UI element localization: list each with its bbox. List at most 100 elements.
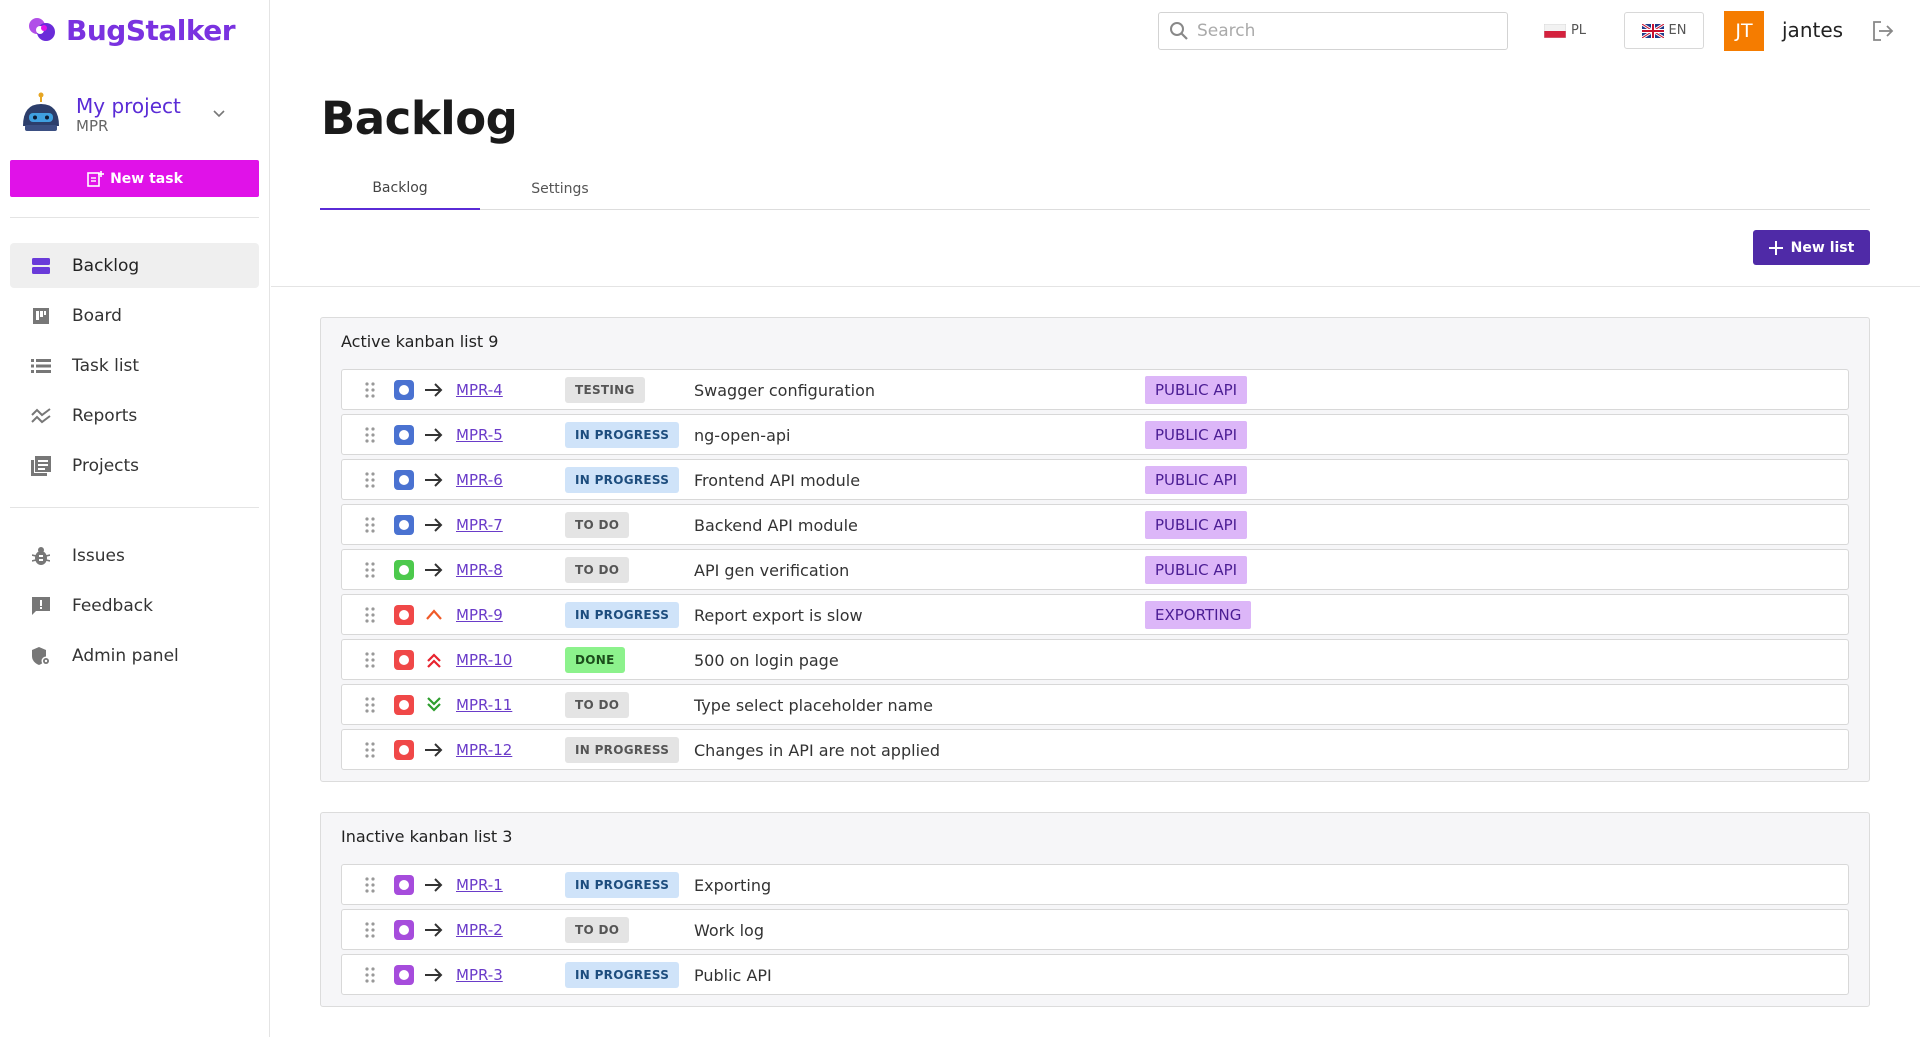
task-title[interactable]: Backend API module [694, 516, 858, 535]
drag-handle-icon[interactable] [364, 560, 376, 580]
epic-label[interactable]: PUBLIC API [1145, 556, 1248, 584]
bugstalker-logo-icon [29, 18, 55, 41]
new-list-button[interactable]: New list [1753, 230, 1870, 265]
task-key-link[interactable]: MPR-7 [456, 516, 503, 534]
status-badge[interactable]: TO DO [565, 917, 630, 943]
task-row[interactable]: MPR-9 IN PROGRESS Report export is slow EXP… [341, 594, 1849, 635]
task-title[interactable]: Work log [694, 921, 764, 940]
task-key-link[interactable]: MPR-3 [456, 966, 503, 984]
task-title[interactable]: Type select placeholder name [694, 696, 933, 715]
task-title[interactable]: Changes in API are not applied [694, 741, 940, 760]
task-key-link[interactable]: MPR-8 [456, 561, 503, 579]
sidebar-item-projects[interactable]: Projects [10, 443, 259, 488]
language-pl-button[interactable]: PL [1530, 12, 1600, 49]
status-badge[interactable]: IN PROGRESS [565, 467, 680, 493]
task-key-link[interactable]: MPR-6 [456, 471, 503, 489]
task-row[interactable]: MPR-8 TO DO API gen verification PUBLIC API [341, 549, 1849, 590]
search-input[interactable] [1197, 21, 1497, 41]
chevron-down-icon[interactable] [210, 104, 228, 122]
sidebar-item-backlog[interactable]: Backlog [10, 243, 259, 288]
status-badge[interactable]: IN PROGRESS [565, 872, 680, 898]
status-badge[interactable]: DONE [565, 647, 625, 673]
robot-avatar-icon [23, 92, 59, 131]
drag-handle-icon[interactable] [364, 380, 376, 400]
drag-handle-icon[interactable] [364, 965, 376, 985]
drag-handle-icon[interactable] [364, 920, 376, 940]
priority-medium-icon [424, 560, 444, 580]
username[interactable]: jantes [1782, 18, 1843, 42]
task-key-link[interactable]: MPR-10 [456, 651, 512, 669]
task-key-link[interactable]: MPR-4 [456, 381, 503, 399]
task-key-link[interactable]: MPR-11 [456, 696, 512, 714]
search-box[interactable] [1158, 12, 1508, 50]
task-title[interactable]: Public API [694, 966, 772, 985]
task-row[interactable]: MPR-6 IN PROGRESS Frontend API module PUBLI… [341, 459, 1849, 500]
task-rows: MPR-1 IN PROGRESS Exporting MPR-2 TO DO Work … [341, 864, 1849, 999]
user-avatar[interactable]: JT [1724, 11, 1764, 51]
drag-handle-icon[interactable] [364, 650, 376, 670]
task-title[interactable]: Frontend API module [694, 471, 860, 490]
tab-settings[interactable]: Settings [480, 168, 640, 210]
kanban-list-active: Active kanban list 9 MPR-4 TESTING Swagger… [320, 317, 1870, 782]
task-title[interactable]: ng-open-api [694, 426, 790, 445]
issue-type-icon [394, 380, 414, 400]
status-badge[interactable]: IN PROGRESS [565, 602, 680, 628]
task-title[interactable]: 500 on login page [694, 651, 839, 670]
logout-icon[interactable] [1872, 20, 1894, 42]
task-row[interactable]: MPR-2 TO DO Work log [341, 909, 1849, 950]
task-row[interactable]: MPR-5 IN PROGRESS ng-open-api PUBLIC API [341, 414, 1849, 455]
tab-bar: Backlog Settings [320, 168, 1870, 210]
epic-label[interactable]: EXPORTING [1145, 601, 1252, 629]
issue-type-icon [394, 650, 414, 670]
tab-backlog[interactable]: Backlog [320, 168, 480, 210]
task-row[interactable]: MPR-4 TESTING Swagger configuration PUBLIC … [341, 369, 1849, 410]
drag-handle-icon[interactable] [364, 425, 376, 445]
task-title[interactable]: Exporting [694, 876, 771, 895]
epic-label[interactable]: PUBLIC API [1145, 511, 1248, 539]
status-badge[interactable]: TO DO [565, 557, 630, 583]
task-row[interactable]: MPR-12 IN PROGRESS Changes in API are not … [341, 729, 1849, 770]
logo[interactable]: BugStalker [24, 12, 236, 48]
status-badge[interactable]: TESTING [565, 377, 645, 403]
status-badge[interactable]: TO DO [565, 692, 630, 718]
status-badge[interactable]: IN PROGRESS [565, 737, 680, 763]
task-title[interactable]: Swagger configuration [694, 381, 875, 400]
sidebar-item-task-list[interactable]: Task list [10, 343, 259, 388]
sidebar-item-reports[interactable]: Reports [10, 393, 259, 438]
task-row[interactable]: MPR-3 IN PROGRESS Public API [341, 954, 1849, 995]
task-key-link[interactable]: MPR-1 [456, 876, 503, 894]
issue-type-icon [394, 965, 414, 985]
drag-handle-icon[interactable] [364, 470, 376, 490]
task-row[interactable]: MPR-7 TO DO Backend API module PUBLIC API [341, 504, 1849, 545]
new-task-button[interactable]: New task [10, 160, 259, 197]
drag-handle-icon[interactable] [364, 515, 376, 535]
task-key-link[interactable]: MPR-9 [456, 606, 503, 624]
sidebar-item-issues[interactable]: Issues [10, 533, 259, 578]
sidebar-item-label: Admin panel [72, 645, 179, 666]
sidebar-nav-main: Backlog Board Task list Reports Projects [10, 243, 259, 493]
task-row[interactable]: MPR-11 TO DO Type select placeholder name [341, 684, 1849, 725]
drag-handle-icon[interactable] [364, 695, 376, 715]
bug-icon [30, 545, 52, 567]
sidebar-item-feedback[interactable]: Feedback [10, 583, 259, 628]
epic-label[interactable]: PUBLIC API [1145, 421, 1248, 449]
task-title[interactable]: API gen verification [694, 561, 849, 580]
task-key-link[interactable]: MPR-5 [456, 426, 503, 444]
drag-handle-icon[interactable] [364, 875, 376, 895]
drag-handle-icon[interactable] [364, 605, 376, 625]
task-key-link[interactable]: MPR-2 [456, 921, 503, 939]
project-selector[interactable]: My project MPR [18, 90, 228, 140]
status-badge[interactable]: TO DO [565, 512, 630, 538]
epic-label[interactable]: PUBLIC API [1145, 466, 1248, 494]
sidebar-item-admin-panel[interactable]: Admin panel [10, 633, 259, 678]
language-en-button[interactable]: EN [1624, 12, 1704, 49]
sidebar-item-board[interactable]: Board [10, 293, 259, 338]
task-title[interactable]: Report export is slow [694, 606, 863, 625]
status-badge[interactable]: IN PROGRESS [565, 962, 680, 988]
task-key-link[interactable]: MPR-12 [456, 741, 512, 759]
task-row[interactable]: MPR-10 DONE 500 on login page [341, 639, 1849, 680]
epic-label[interactable]: PUBLIC API [1145, 376, 1248, 404]
status-badge[interactable]: IN PROGRESS [565, 422, 680, 448]
drag-handle-icon[interactable] [364, 740, 376, 760]
task-row[interactable]: MPR-1 IN PROGRESS Exporting [341, 864, 1849, 905]
